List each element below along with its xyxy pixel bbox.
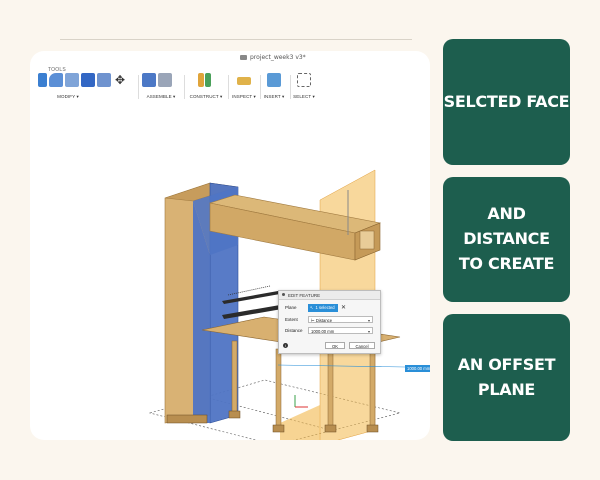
move-icon[interactable]: ✥	[113, 73, 127, 87]
distance-manipulator-tag[interactable]: 1000.00 mm	[405, 365, 430, 372]
select-group[interactable]: SELECT ▾	[291, 73, 317, 103]
app-screenshot: project_week3 v3* TOOLS ✥ MODIFY ▾ ASSEM…	[30, 51, 430, 440]
distance-value: 1000.00 mm	[311, 329, 335, 334]
modify-group[interactable]: ✥ MODIFY ▾	[38, 73, 125, 103]
caption-card-3: AN OFFSET PLANE	[443, 314, 570, 441]
press-pull-icon[interactable]	[38, 73, 47, 87]
plane-selection-button[interactable]: ↖ 1 selected	[308, 304, 338, 312]
beam-end-hole	[359, 230, 375, 250]
chamfer-icon[interactable]	[65, 73, 79, 87]
extent-select[interactable]: ⊢ Distance ▾	[308, 316, 373, 323]
extent-label: Extent	[285, 317, 298, 322]
insert-group[interactable]: INSERT ▾	[261, 73, 287, 103]
combine-icon[interactable]	[97, 73, 111, 87]
dialog-title: EDIT FEATURE	[288, 292, 321, 298]
shell-icon[interactable]	[81, 73, 95, 87]
insert-menu-label[interactable]: INSERT ▾	[261, 94, 287, 100]
construct-group[interactable]: CONSTRUCT ▾	[186, 73, 226, 103]
document-title-text: project_week3 v3*	[250, 54, 306, 61]
inspect-group[interactable]: INSPECT ▾	[230, 73, 258, 103]
cursor-icon: ↖	[310, 305, 314, 310]
cancel-button[interactable]: Cancel	[349, 342, 375, 349]
chevron-down-icon: ▾	[367, 318, 370, 323]
joint-icon[interactable]	[158, 73, 172, 87]
caption-text: AN OFFSET PLANE	[457, 354, 556, 399]
assemble-menu-label[interactable]: ASSEMBLE ▾	[142, 94, 180, 100]
edit-feature-dialog: EDIT FEATURE Plane ↖ 1 selected ✕ Extent…	[278, 290, 381, 354]
plane-selection-value: 1 selected	[315, 305, 335, 310]
caption-card-2: AND DISTANCE TO CREATE	[443, 177, 570, 302]
modify-menu-label[interactable]: MODIFY ▾	[38, 94, 98, 100]
axis-triad	[294, 395, 308, 408]
ok-button[interactable]: OK	[325, 342, 345, 349]
toolbar: ✥ MODIFY ▾ ASSEMBLE ▾ CONSTRUCT ▾ INSPEC…	[30, 65, 430, 105]
toolbar-separator	[228, 75, 229, 99]
fillet-icon[interactable]	[49, 73, 63, 87]
caption-text: SELCTED FACE	[443, 91, 570, 111]
document-title: project_week3 v3*	[240, 54, 306, 61]
clear-selection-icon[interactable]: ✕	[341, 304, 346, 311]
assemble-group[interactable]: ASSEMBLE ▾	[142, 73, 180, 103]
insert-image-icon[interactable]	[267, 73, 281, 87]
distance-label: Distance	[285, 328, 303, 333]
top-divider-line	[60, 39, 412, 40]
select-window-icon[interactable]	[297, 73, 311, 87]
caption-card-1: SELCTED FACE	[443, 39, 570, 165]
model-canvas[interactable]	[30, 105, 430, 440]
distance-input[interactable]: 1000.00 mm ▾	[308, 327, 373, 334]
title-bar: project_week3 v3*	[30, 51, 430, 63]
select-menu-label[interactable]: SELECT ▾	[291, 94, 317, 100]
toolbar-separator	[184, 75, 185, 99]
chevron-down-icon: ▾	[367, 329, 370, 334]
caption-text: AND DISTANCE TO CREATE	[458, 204, 555, 273]
3d-viewport[interactable]: EDIT FEATURE Plane ↖ 1 selected ✕ Extent…	[30, 105, 430, 440]
inspect-menu-label[interactable]: INSPECT ▾	[230, 94, 258, 100]
dialog-header[interactable]: EDIT FEATURE	[279, 291, 380, 300]
info-icon[interactable]: i	[283, 343, 288, 348]
offset-plane-icon[interactable]	[198, 73, 204, 87]
extent-value: Distance	[315, 318, 333, 323]
measure-icon[interactable]	[237, 77, 251, 85]
new-component-icon[interactable]	[142, 73, 156, 87]
dialog-grip-icon	[282, 293, 285, 296]
construct-menu-label[interactable]: CONSTRUCT ▾	[186, 94, 226, 100]
document-icon	[240, 55, 247, 60]
offset-plane-lower	[280, 405, 320, 440]
toolbar-separator	[138, 75, 139, 99]
plane-icon[interactable]	[205, 73, 211, 87]
plane-label: Plane	[285, 305, 297, 310]
